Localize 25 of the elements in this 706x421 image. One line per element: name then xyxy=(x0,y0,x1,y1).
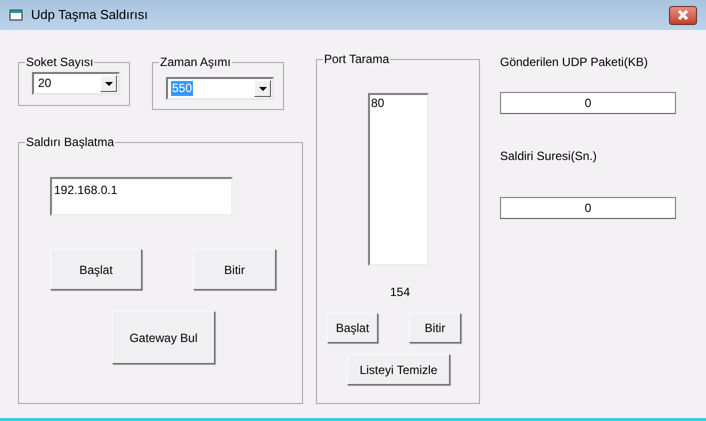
port-list[interactable]: 80 xyxy=(368,93,429,266)
ip-address-field[interactable]: 192.168.0.1 xyxy=(50,177,233,216)
button[interactable]: Bitir xyxy=(193,249,276,290)
button[interactable]: Başlat xyxy=(50,249,142,290)
window-title: Udp Taşma Saldırısı xyxy=(31,6,148,24)
close-icon xyxy=(677,10,689,20)
port-counter: 154 xyxy=(390,284,410,301)
list-item[interactable]: 80 xyxy=(371,96,426,111)
caret-icon xyxy=(258,86,266,90)
field-label: Saldiri Suresi(Sn.) xyxy=(500,148,597,165)
dropdown-button[interactable] xyxy=(254,80,271,97)
close-button[interactable] xyxy=(669,6,697,24)
field-label: Gönderilen UDP Paketi(KB) xyxy=(500,54,648,71)
readout-field: 0 xyxy=(500,92,676,114)
button[interactable]: Bitir xyxy=(409,313,461,343)
dropdown-button[interactable] xyxy=(100,75,117,92)
window-icon xyxy=(9,9,23,21)
dropdown[interactable]: 20 xyxy=(32,72,120,95)
button[interactable]: Başlat xyxy=(327,313,378,343)
button[interactable]: Gateway Bul xyxy=(112,311,215,364)
button[interactable]: Listeyi Temizle xyxy=(347,354,450,385)
readout-field: 0 xyxy=(500,197,676,219)
group-label: Soket Sayısı xyxy=(25,54,94,70)
group-label: Saldırı Başlatma xyxy=(25,134,116,150)
caret-icon xyxy=(104,82,112,86)
